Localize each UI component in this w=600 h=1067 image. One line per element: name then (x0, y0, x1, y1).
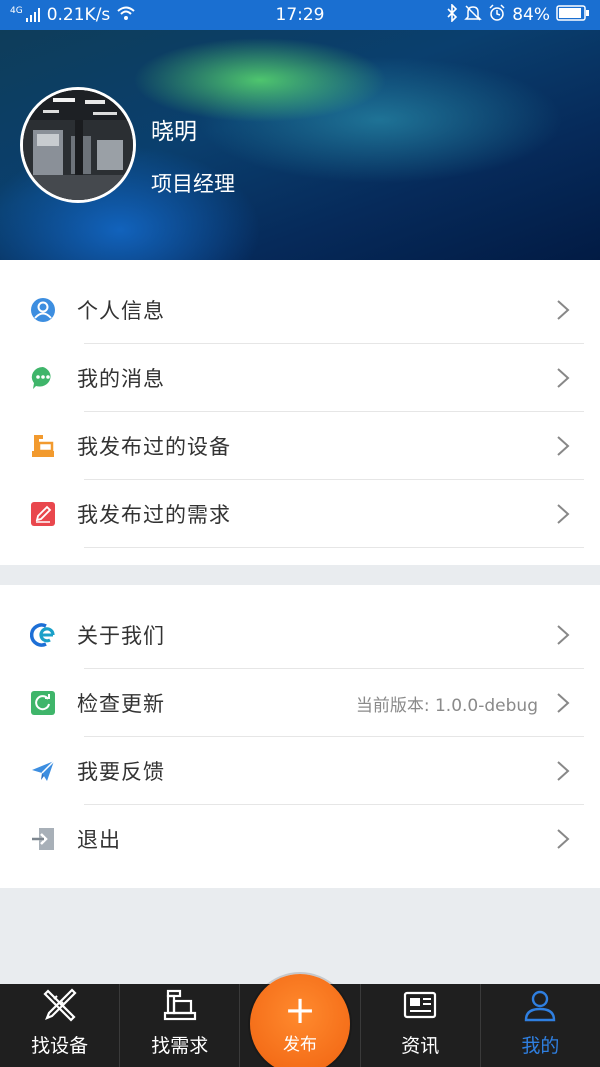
menu-group-account: 个人信息 我的消息 我发布过的设备 我发布过的需求 (0, 260, 600, 565)
menu-label: 检查更新 (77, 692, 165, 716)
menu-item-published-demands[interactable]: 我发布过的需求 (0, 480, 600, 548)
user-name: 晓明 (151, 119, 197, 145)
chevron-right-icon (557, 761, 570, 781)
publish-button[interactable]: + 发布 (250, 974, 350, 1067)
tab-label: 我的 (521, 1035, 560, 1057)
menu-label: 我发布过的设备 (77, 435, 231, 459)
news-icon (400, 985, 440, 1025)
message-icon (30, 365, 56, 391)
plus-icon: + (284, 987, 316, 1032)
paper-plane-icon (30, 758, 56, 784)
menu-group-app: 关于我们 检查更新 当前版本: 1.0.0-debug 我要反馈 退出 (0, 585, 600, 888)
chevron-right-icon (557, 436, 570, 456)
user-icon (520, 985, 560, 1025)
menu-item-check-update[interactable]: 检查更新 当前版本: 1.0.0-debug (0, 669, 600, 737)
status-right: 84% (446, 2, 590, 27)
avatar[interactable] (20, 87, 136, 203)
battery-icon (556, 4, 590, 26)
divider (84, 547, 584, 548)
menu-item-personal-info[interactable]: 个人信息 (0, 276, 600, 344)
tools-icon (40, 985, 80, 1025)
tab-mine[interactable]: 我的 (481, 984, 600, 1067)
app-version: 当前版本: 1.0.0-debug (355, 695, 538, 716)
tab-find-equipment[interactable]: 找设备 (0, 984, 121, 1067)
network-speed: 0.21K/s (46, 5, 111, 25)
menu-label: 我的消息 (77, 367, 165, 391)
chevron-right-icon (557, 300, 570, 320)
equipment-icon (30, 433, 56, 459)
tab-label: 找需求 (151, 1035, 209, 1057)
menu-item-feedback[interactable]: 我要反馈 (0, 737, 600, 805)
menu-label: 个人信息 (77, 299, 165, 323)
wifi-icon (116, 5, 136, 26)
person-icon (30, 297, 56, 323)
mute-icon (464, 4, 483, 27)
publish-label: 发布 (283, 1034, 317, 1055)
signal-icon: 4G (10, 7, 41, 23)
alarm-icon (488, 3, 506, 27)
menu-item-published-equipment[interactable]: 我发布过的设备 (0, 412, 600, 480)
menu-label: 我要反馈 (77, 760, 165, 784)
tab-label: 找设备 (31, 1035, 89, 1057)
menu-item-logout[interactable]: 退出 (0, 805, 600, 873)
menu-label: 我发布过的需求 (77, 503, 231, 527)
tab-label: 资讯 (401, 1035, 440, 1057)
status-left: 4G 0.21K/s (10, 5, 136, 26)
battery-percent: 84% (512, 5, 550, 25)
profile-header: 晓明 项目经理 (0, 30, 600, 260)
menu-item-about-us[interactable]: 关于我们 (0, 601, 600, 669)
refresh-icon (30, 690, 56, 716)
status-bar: 4G 0.21K/s 17:29 84% (0, 0, 600, 30)
menu-item-messages[interactable]: 我的消息 (0, 344, 600, 412)
menu-label: 退出 (77, 828, 121, 852)
edit-icon (30, 501, 56, 527)
logout-icon (30, 826, 56, 852)
office-photo (23, 90, 133, 200)
chevron-right-icon (557, 504, 570, 524)
network-type-label: 4G (10, 6, 23, 16)
chevron-right-icon (557, 368, 570, 388)
bluetooth-icon (446, 2, 458, 27)
about-logo-icon (30, 622, 56, 648)
chevron-right-icon (557, 625, 570, 645)
chevron-right-icon (557, 829, 570, 849)
chevron-right-icon (557, 693, 570, 713)
user-title: 项目经理 (151, 172, 235, 196)
tab-news[interactable]: 资讯 (361, 984, 481, 1067)
demand-icon (160, 985, 200, 1025)
tab-find-demand[interactable]: 找需求 (120, 984, 241, 1067)
menu-label: 关于我们 (77, 624, 165, 648)
